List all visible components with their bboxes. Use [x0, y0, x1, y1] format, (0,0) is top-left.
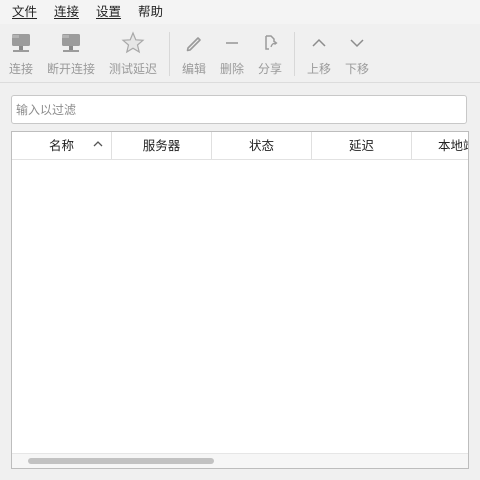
- share-icon: [257, 30, 283, 56]
- move-down-button[interactable]: 下移: [344, 30, 370, 80]
- scrollbar-thumb[interactable]: [28, 458, 214, 464]
- test-latency-label: 测试延迟: [108, 62, 157, 76]
- move-up-button[interactable]: 上移: [306, 30, 332, 80]
- column-header-local-port[interactable]: 本地端口: [412, 132, 468, 159]
- pencil-icon: [181, 30, 207, 56]
- move-up-label: 上移: [306, 62, 331, 76]
- column-header-latency[interactable]: 延迟: [312, 132, 412, 159]
- filter-box: [11, 95, 467, 124]
- move-down-label: 下移: [344, 62, 369, 76]
- filter-input[interactable]: [12, 96, 466, 123]
- column-label-status: 状态: [248, 138, 274, 153]
- share-label: 分享: [257, 62, 282, 76]
- edit-button[interactable]: 编辑: [181, 30, 207, 80]
- column-label-name: 名称: [48, 138, 74, 153]
- column-label-server: 服务器: [142, 138, 181, 153]
- toolbar-separator: [169, 32, 170, 76]
- disconnect-label: 断开连接: [46, 62, 95, 76]
- toolbar-separator: [294, 32, 295, 76]
- share-button[interactable]: 分享: [257, 30, 283, 80]
- menu-connect[interactable]: 连接: [54, 4, 79, 20]
- server-table[interactable]: 名称 服务器 状态 延迟 本地端口: [11, 131, 469, 469]
- menu-bar: 文件 连接 设置 帮助: [0, 0, 480, 24]
- connect-button[interactable]: 连接: [7, 30, 35, 80]
- disconnect-button[interactable]: 断开连接: [46, 30, 96, 80]
- column-label-latency: 延迟: [348, 138, 374, 153]
- minus-icon: [219, 30, 245, 56]
- test-latency-button[interactable]: 测试延迟: [108, 30, 158, 80]
- horizontal-scrollbar[interactable]: [12, 453, 468, 468]
- server-icon: [58, 30, 84, 56]
- connect-label: 连接: [8, 62, 33, 76]
- column-label-local-port: 本地端口: [438, 138, 468, 153]
- delete-label: 删除: [219, 62, 244, 76]
- menu-settings[interactable]: 设置: [96, 4, 121, 20]
- sort-ascending-icon: [93, 141, 103, 147]
- star-icon: [120, 30, 146, 56]
- toolbar: 连接 断开连接 测试延迟 编辑 删除 分享 上移 下移: [0, 24, 480, 83]
- column-header-status[interactable]: 状态: [212, 132, 312, 159]
- column-header-server[interactable]: 服务器: [112, 132, 212, 159]
- chevron-down-icon: [344, 30, 370, 56]
- edit-label: 编辑: [181, 62, 206, 76]
- column-header-name[interactable]: 名称: [12, 132, 112, 159]
- server-icon: [8, 30, 34, 56]
- delete-button[interactable]: 删除: [219, 30, 245, 80]
- menu-help[interactable]: 帮助: [138, 4, 163, 20]
- chevron-up-icon: [306, 30, 332, 56]
- menu-file[interactable]: 文件: [12, 4, 37, 20]
- table-header: 名称 服务器 状态 延迟 本地端口: [12, 132, 468, 160]
